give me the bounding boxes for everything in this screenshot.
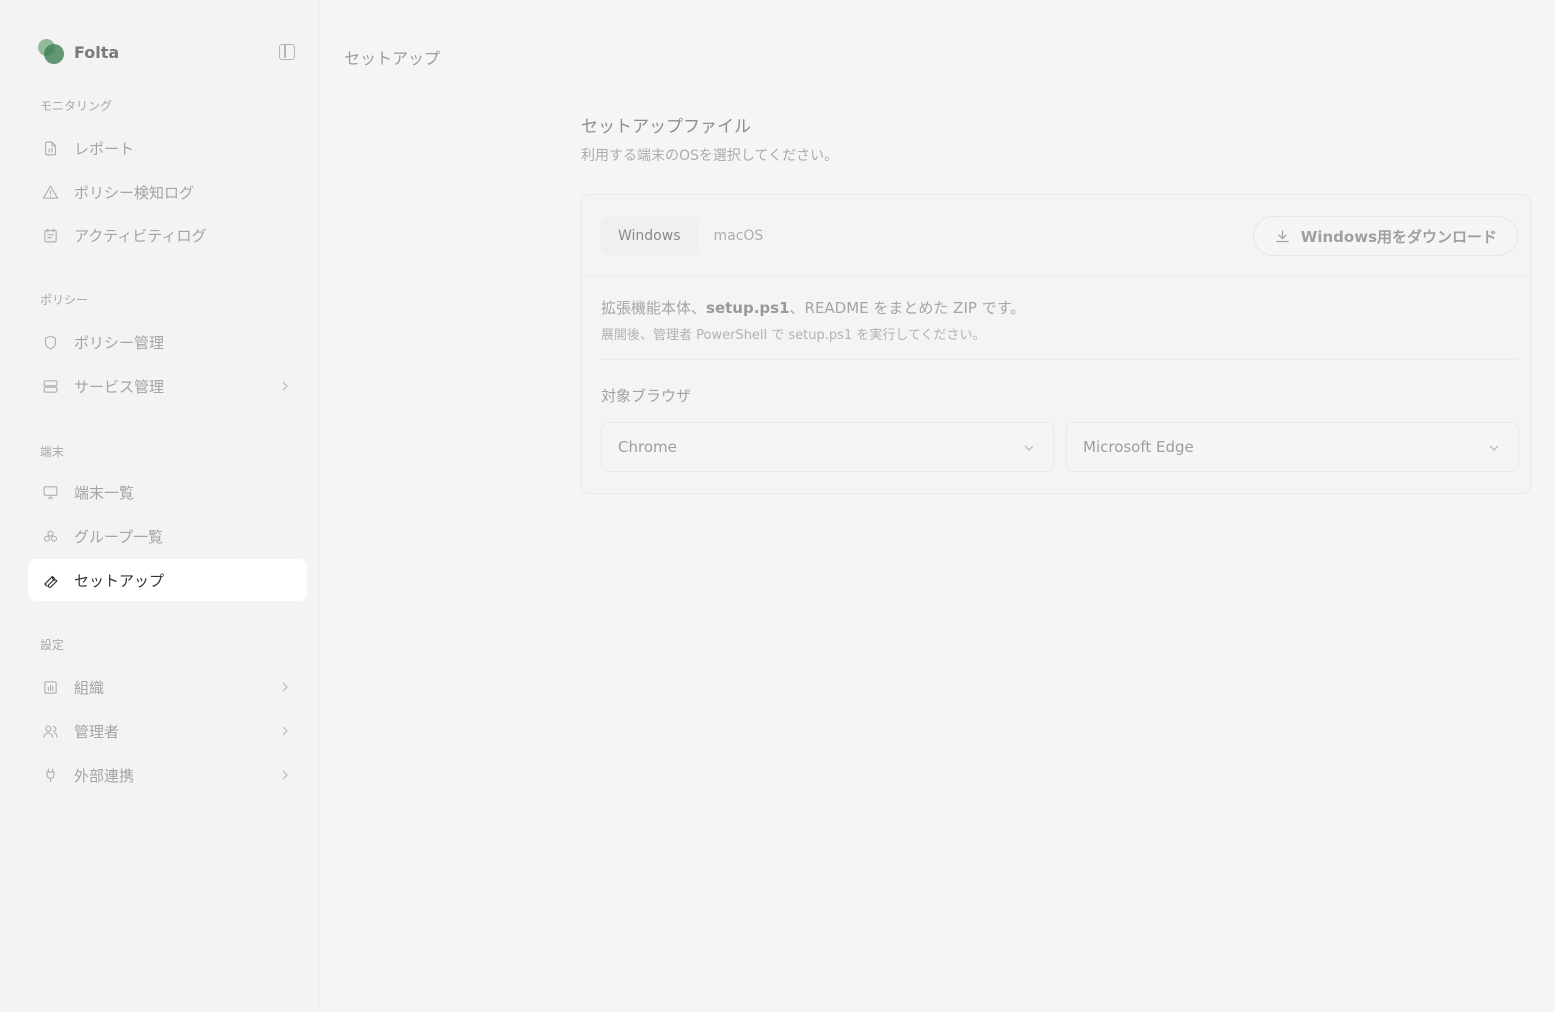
shield-icon (41, 333, 59, 351)
browser-select-edge[interactable]: Microsoft Edge (1066, 422, 1519, 472)
sidebar-item-label: ポリシー管理 (74, 333, 165, 352)
tab-macos[interactable]: macOS (698, 217, 780, 255)
section-label-policy: ポリシー (40, 293, 89, 307)
folta-logo-icon (38, 39, 64, 65)
server-icon (41, 377, 59, 395)
sidebar-item-policy-log[interactable]: ポリシー検知ログ (28, 171, 307, 213)
building-icon (41, 678, 59, 696)
section-label-devices: 端末 (40, 445, 65, 459)
download-icon (1275, 229, 1289, 242)
plug-icon (41, 766, 59, 784)
app-window: Folta モニタリング レポート ポリシー検知ログ アクティビティログ ポリシ… (0, 0, 1555, 1012)
section-subtitle: 利用する端末のOSを選択してください。 (581, 148, 839, 164)
chevron-down-icon (1486, 440, 1502, 456)
os-tabs: Windows macOS (601, 217, 779, 255)
wrench-icon (41, 571, 59, 589)
sidebar-item-device-list[interactable]: 端末一覧 (28, 471, 307, 513)
sidebar: Folta モニタリング レポート ポリシー検知ログ アクティビティログ ポリシ… (0, 0, 320, 1012)
chevron-right-icon (277, 767, 293, 783)
chevron-right-icon (277, 723, 293, 739)
sidebar-toggle-icon[interactable] (279, 44, 295, 60)
sidebar-item-label: 管理者 (74, 722, 120, 741)
sidebar-item-label: レポート (74, 139, 135, 158)
description-sub: 展開後、管理者 PowerShell で setup.ps1 を実行してください… (601, 328, 986, 343)
description-main: 拡張機能本体、setup.ps1、README をまとめた ZIP です。 (601, 299, 1026, 317)
chevron-right-icon (277, 378, 293, 394)
divider (581, 276, 1531, 277)
target-browser-label: 対象ブラウザ (601, 387, 692, 405)
monitor-icon (41, 483, 59, 501)
sidebar-item-label: サービス管理 (74, 377, 165, 396)
users-icon (41, 722, 59, 740)
sidebar-item-administrators[interactable]: 管理者 (28, 710, 307, 752)
warning-icon (41, 183, 59, 201)
sidebar-item-label: グループ一覧 (74, 527, 164, 546)
download-button-label: Windows用をダウンロード (1300, 227, 1497, 246)
sidebar-item-label: 端末一覧 (74, 483, 135, 502)
section-title: セットアップファイル (581, 117, 751, 137)
sidebar-item-label: セットアップ (74, 571, 165, 590)
calendar-icon (41, 226, 59, 244)
sidebar-item-group-list[interactable]: グループ一覧 (28, 515, 307, 557)
sidebar-item-label: アクティビティログ (74, 226, 207, 245)
group-icon (41, 527, 59, 545)
report-icon (41, 139, 59, 157)
sidebar-item-policy-management[interactable]: ポリシー管理 (28, 321, 307, 363)
setup-file-card: Windows macOS Windows用をダウンロード 拡張機能本体、set… (580, 194, 1532, 494)
select-value: Microsoft Edge (1083, 438, 1194, 456)
brand-name: Folta (74, 42, 120, 62)
sidebar-item-service-management[interactable]: サービス管理 (28, 365, 307, 407)
sidebar-item-setup[interactable]: セットアップ (28, 559, 307, 601)
tab-windows[interactable]: Windows (601, 217, 698, 255)
browser-select-chrome[interactable]: Chrome (601, 422, 1054, 472)
sidebar-item-label: 外部連携 (74, 766, 135, 785)
sidebar-item-integrations[interactable]: 外部連携 (28, 754, 307, 796)
select-value: Chrome (618, 438, 677, 456)
chevron-right-icon (277, 679, 293, 695)
divider (601, 359, 1518, 360)
chevron-down-icon (1021, 440, 1037, 456)
sidebar-item-report[interactable]: レポート (28, 127, 307, 169)
sidebar-item-label: ポリシー検知ログ (74, 183, 195, 202)
download-button[interactable]: Windows用をダウンロード (1252, 216, 1518, 256)
brand[interactable]: Folta (38, 38, 119, 66)
section-label-monitoring: モニタリング (40, 99, 113, 113)
sidebar-item-organization[interactable]: 組織 (28, 666, 307, 708)
page-title: セットアップ (344, 49, 441, 68)
section-label-settings: 設定 (40, 638, 65, 652)
sidebar-item-label: 組織 (74, 678, 105, 697)
sidebar-item-activity-log[interactable]: アクティビティログ (28, 214, 307, 256)
